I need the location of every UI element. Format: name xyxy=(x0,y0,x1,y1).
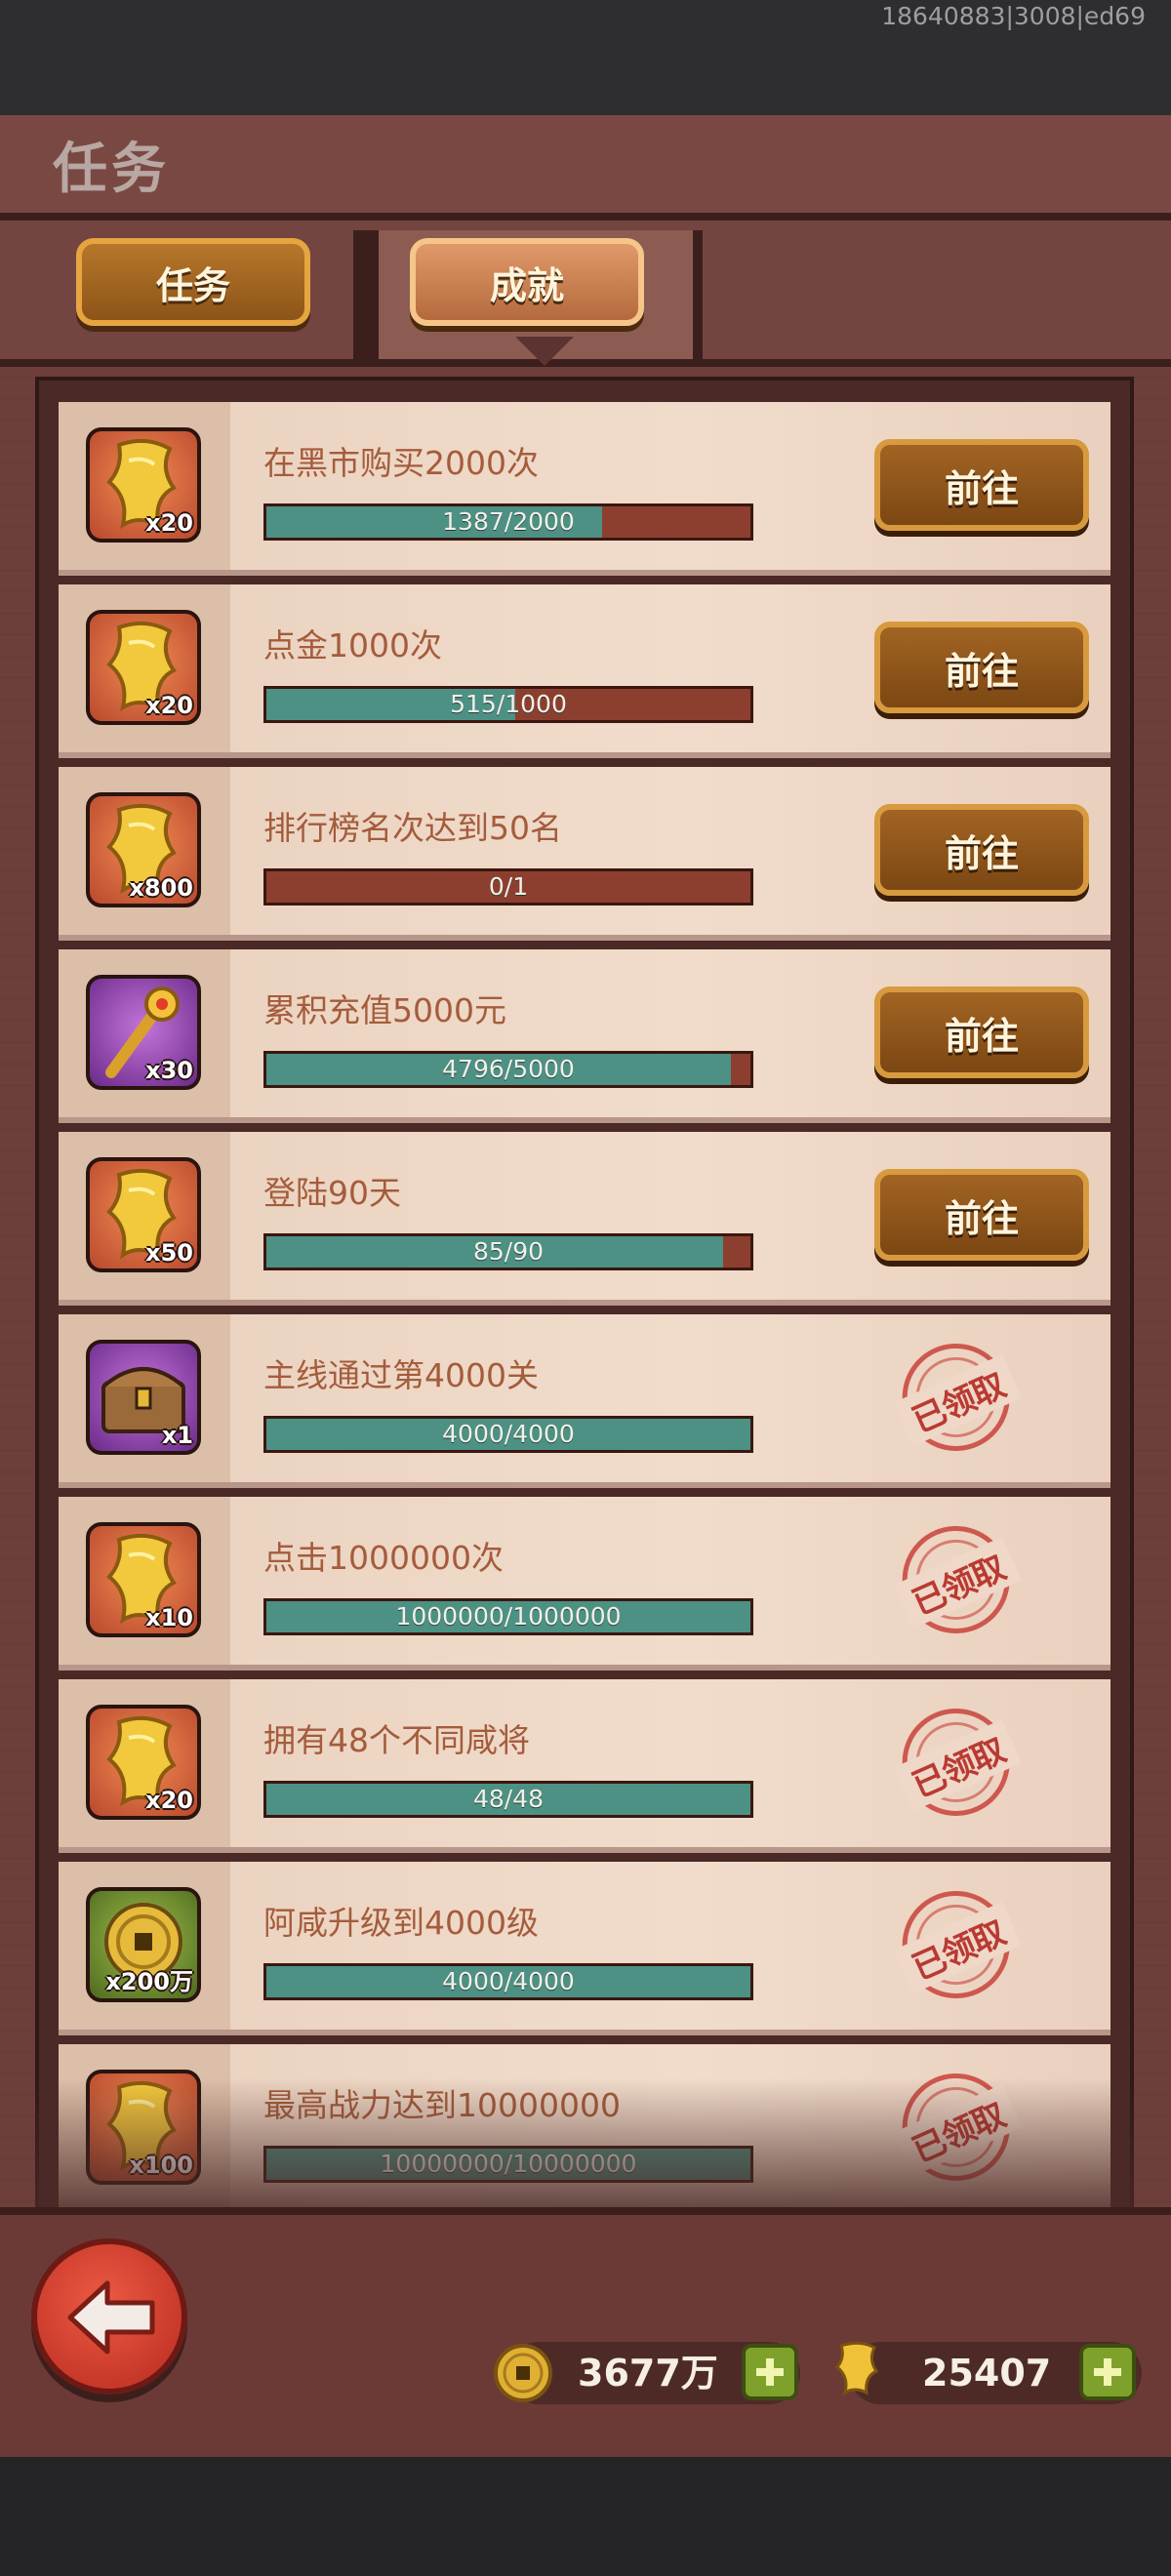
achievement-row: x50 登陆90天 85/90 前往 xyxy=(59,1132,1110,1306)
reward-item[interactable]: x20 xyxy=(86,427,201,543)
progress-bar: 4000/4000 xyxy=(263,1416,753,1453)
go-button[interactable]: 前往 xyxy=(874,622,1089,713)
achievement-row: x20 拥有48个不同咸将 48/48 已领取 xyxy=(59,1679,1110,1853)
achievement-row: x200万 阿咸升级到4000级 4000/4000 已领取 xyxy=(59,1862,1110,2035)
add-scrolls-button[interactable] xyxy=(1079,2344,1136,2400)
reward-item[interactable]: x30 xyxy=(86,975,201,1090)
progress-text: 1000000/1000000 xyxy=(395,1602,622,1630)
achievement-title: 排行榜名次达到50名 xyxy=(263,809,562,847)
reward-item[interactable]: x50 xyxy=(86,1157,201,1272)
progress-bar: 48/48 xyxy=(263,1781,753,1818)
tab-task[interactable]: 任务 xyxy=(76,238,310,326)
progress-bar: 4000/4000 xyxy=(263,1963,753,2000)
claimed-stamp: 已领取 xyxy=(885,1871,1037,2023)
progress-text: 1387/2000 xyxy=(442,507,575,536)
list-fade-overlay xyxy=(35,2078,1134,2211)
active-tab-pointer xyxy=(515,337,574,366)
reward-count: x800 xyxy=(129,874,193,902)
reward-panel: x200万 xyxy=(59,1862,230,2030)
progress-bar: 0/1 xyxy=(263,868,753,906)
plus-icon xyxy=(756,2358,784,2386)
achievement-title: 点金1000次 xyxy=(263,626,442,664)
reward-count: x1 xyxy=(161,1422,193,1449)
reward-panel: x50 xyxy=(59,1132,230,1300)
progress-bar: 1387/2000 xyxy=(263,503,753,541)
progress-text: 85/90 xyxy=(472,1237,545,1266)
achievement-title: 拥有48个不同咸将 xyxy=(263,1721,530,1759)
progress-bar: 85/90 xyxy=(263,1233,753,1270)
progress-text: 48/48 xyxy=(472,1785,545,1813)
go-button[interactable]: 前往 xyxy=(874,1169,1089,1261)
reward-item[interactable]: x1 xyxy=(86,1340,201,1455)
back-button[interactable] xyxy=(31,2238,187,2395)
achievement-title: 点击1000000次 xyxy=(263,1539,504,1577)
system-nav-bar xyxy=(0,2457,1171,2576)
achievement-title: 阿咸升级到4000级 xyxy=(263,1904,539,1942)
reward-count: x10 xyxy=(145,1604,193,1631)
back-arrow-icon xyxy=(67,2280,155,2355)
reward-item[interactable]: x20 xyxy=(86,610,201,725)
plus-icon xyxy=(1094,2358,1121,2386)
reward-count: x20 xyxy=(145,1787,193,1814)
reward-item[interactable]: x200万 xyxy=(86,1887,201,2002)
reward-item[interactable]: x20 xyxy=(86,1705,201,1820)
reward-count: x50 xyxy=(145,1239,193,1267)
reward-item[interactable]: x800 xyxy=(86,792,201,907)
reward-panel: x1 xyxy=(59,1314,230,1482)
reward-panel: x30 xyxy=(59,949,230,1117)
achievement-list[interactable]: x20 在黑市购买2000次 1387/2000 前往 x20 点金1000次 515/10… xyxy=(35,377,1134,2211)
achievement-row: x1 主线通过第4000关 4000/4000 已领取 xyxy=(59,1314,1110,1488)
reward-count: x200万 xyxy=(105,1968,193,1995)
achievement-row: x20 点金1000次 515/1000 前往 xyxy=(59,584,1110,758)
page-title: 任务 xyxy=(53,138,170,201)
status-bar: 18640883|3008|ed69 xyxy=(0,0,1171,115)
claimed-stamp: 已领取 xyxy=(885,1323,1037,1475)
gold-coin-icon xyxy=(494,2344,552,2402)
achievement-title: 累积充值5000元 xyxy=(263,991,506,1029)
debug-id-text: 18640883|3008|ed69 xyxy=(881,2,1146,30)
achievement-row: x20 在黑市购买2000次 1387/2000 前往 xyxy=(59,402,1110,576)
progress-text: 0/1 xyxy=(488,872,529,901)
achievement-row: x10 点击1000000次 1000000/1000000 已领取 xyxy=(59,1497,1110,1670)
progress-bar: 1000000/1000000 xyxy=(263,1598,753,1635)
reward-count: x20 xyxy=(145,692,193,719)
scroll-amount: 25407 xyxy=(922,2352,1052,2395)
claimed-stamp: 已领取 xyxy=(885,1506,1037,1658)
reward-panel: x10 xyxy=(59,1497,230,1665)
go-button[interactable]: 前往 xyxy=(874,804,1089,896)
add-coins-button[interactable] xyxy=(742,2344,798,2400)
progress-text: 515/1000 xyxy=(450,690,567,718)
go-button[interactable]: 前往 xyxy=(874,986,1089,1078)
coin-amount: 3677万 xyxy=(578,2352,718,2395)
tab-divider xyxy=(353,230,369,363)
achievement-row: x800 排行榜名次达到50名 0/1 前往 xyxy=(59,767,1110,941)
achievement-title: 登陆90天 xyxy=(263,1174,401,1212)
progress-bar: 4796/5000 xyxy=(263,1051,753,1088)
achievement-title: 在黑市购买2000次 xyxy=(263,444,539,482)
reward-panel: x20 xyxy=(59,584,230,752)
reward-count: x30 xyxy=(145,1057,193,1084)
claimed-stamp: 已领取 xyxy=(885,1688,1037,1840)
achievement-row: x30 累积充值5000元 4796/5000 前往 xyxy=(59,949,1110,1123)
reward-count: x20 xyxy=(145,509,193,537)
progress-text: 4796/5000 xyxy=(442,1055,575,1083)
header-strip xyxy=(0,115,1171,221)
achievement-title: 主线通过第4000关 xyxy=(263,1356,539,1394)
reward-panel: x20 xyxy=(59,402,230,570)
tab-achievement[interactable]: 成就 xyxy=(410,238,644,326)
reward-item[interactable]: x10 xyxy=(86,1522,201,1637)
reward-panel: x20 xyxy=(59,1679,230,1847)
progress-text: 4000/4000 xyxy=(442,1420,575,1448)
progress-bar: 515/1000 xyxy=(263,686,753,723)
reward-panel: x800 xyxy=(59,767,230,935)
gold-scroll-icon xyxy=(834,2341,879,2396)
progress-text: 4000/4000 xyxy=(442,1967,575,1995)
go-button[interactable]: 前往 xyxy=(874,439,1089,531)
